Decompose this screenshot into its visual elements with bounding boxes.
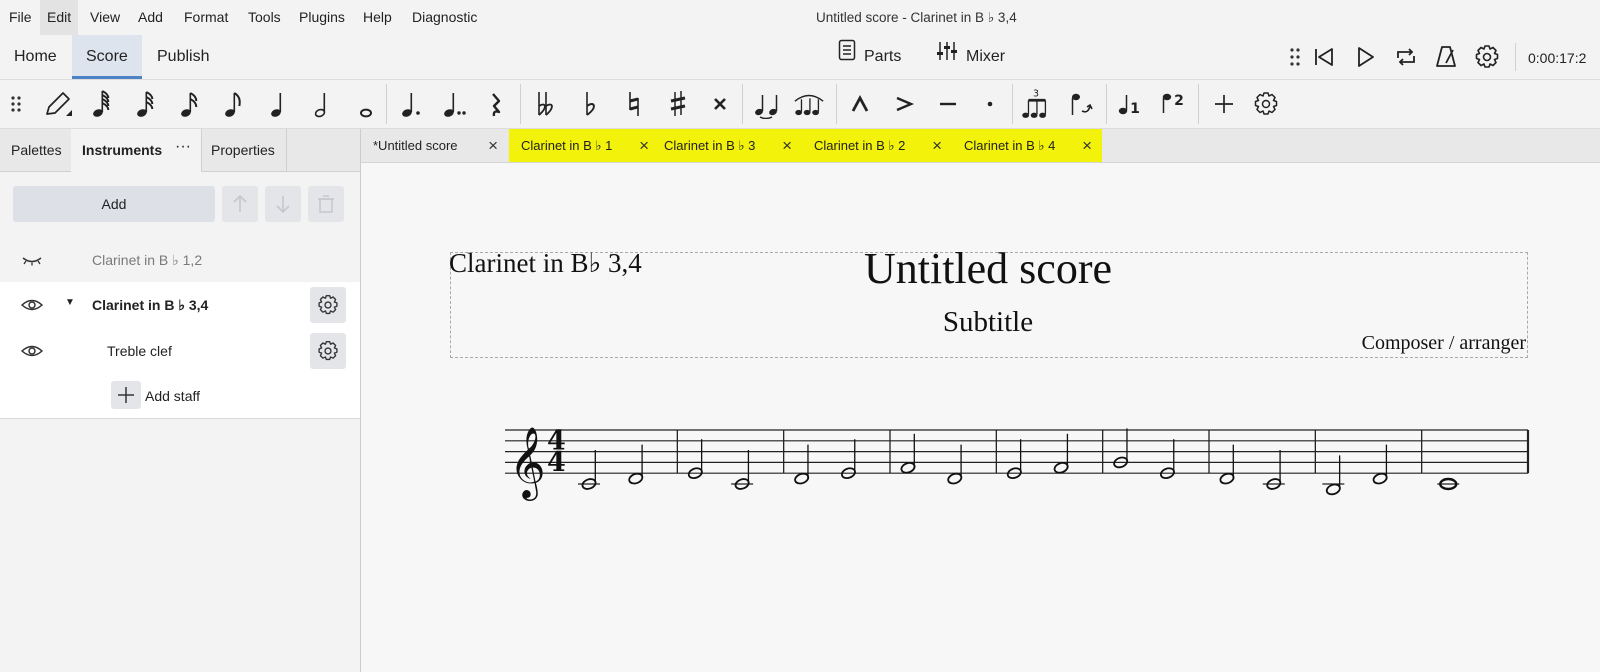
treble-clef: 𝄞 xyxy=(509,425,546,501)
half-note-head xyxy=(794,472,810,485)
time-signature-bottom: 4 xyxy=(547,447,566,478)
half-note-head xyxy=(1325,483,1341,496)
half-note-head xyxy=(628,472,644,485)
music-staff[interactable]: 𝄞 44 xyxy=(0,0,1600,672)
half-note-head xyxy=(1372,472,1388,485)
half-note-head xyxy=(947,472,963,485)
half-note-head xyxy=(1219,472,1235,485)
half-note-head xyxy=(900,461,916,474)
half-note-head xyxy=(1053,461,1069,474)
